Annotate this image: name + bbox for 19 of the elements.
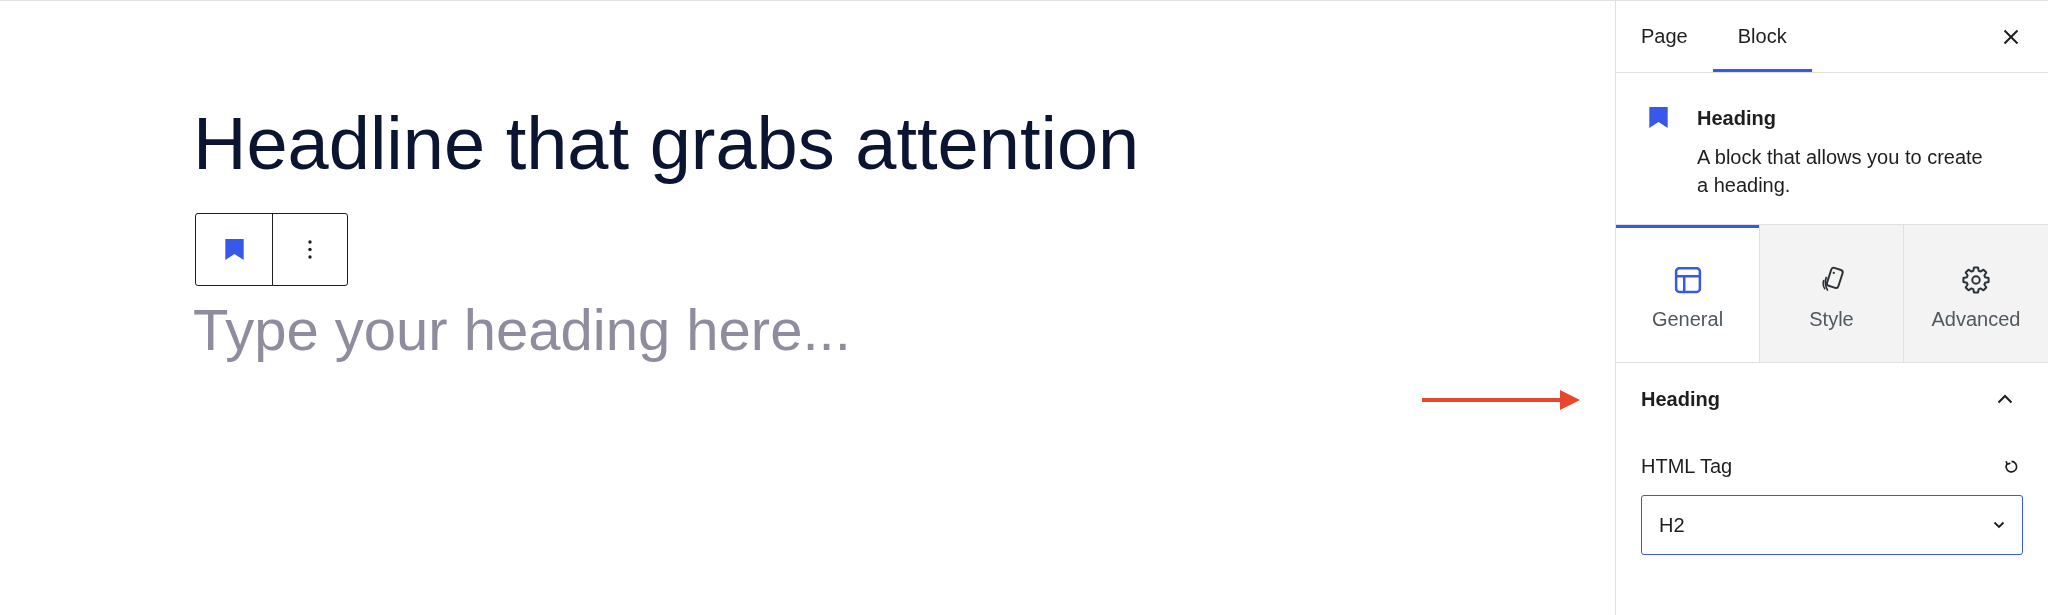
more-vertical-icon	[308, 240, 312, 259]
html-tag-select[interactable]: H2	[1641, 495, 2023, 555]
chevron-down-icon	[1993, 521, 2005, 529]
bookmark-icon	[1649, 107, 1668, 128]
gear-icon	[1961, 265, 1991, 295]
field-label: HTML Tag	[1641, 454, 1733, 478]
block-description: A block that allows you to create a heading.	[1697, 145, 1984, 198]
close-icon[interactable]	[2003, 28, 2019, 45]
bookmark-icon	[224, 239, 244, 260]
sidebar-tab[interactable]: Page	[1616, 1, 1713, 72]
layout-icon	[1672, 265, 1703, 295]
block-title: Heading	[1697, 106, 1777, 131]
heading-input[interactable]: Type your heading here...	[193, 293, 953, 365]
panel-toggle[interactable]: Heading	[1616, 363, 2048, 435]
chevron-up-icon	[1997, 394, 2013, 404]
sidebar-tab[interactable]: Block	[1712, 1, 1812, 72]
inspector-tab[interactable]: Style	[1759, 225, 1903, 362]
reset-icon[interactable]	[2004, 458, 2019, 474]
inspector-tab[interactable]: Advanced	[1903, 225, 2048, 362]
